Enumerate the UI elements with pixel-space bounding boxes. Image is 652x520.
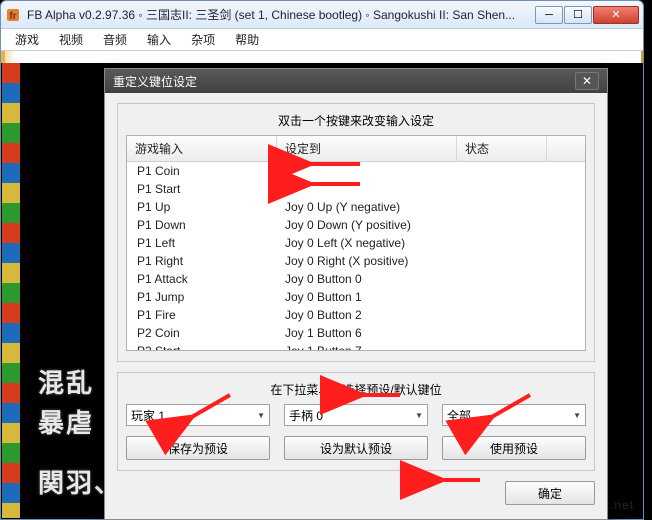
cell-input: P1 Attack (127, 270, 277, 288)
save-preset-button[interactable]: 保存为预设 (126, 436, 270, 460)
maximize-button[interactable]: ☐ (564, 6, 592, 24)
table-row[interactable]: P1 JumpJoy 0 Button 1 (127, 288, 585, 306)
cell-status (457, 180, 547, 198)
cell-status (457, 234, 547, 252)
cell-input: P2 Start (127, 342, 277, 351)
bindings-group: 双击一个按键来改变输入设定 游戏输入 设定到 状态 P1 Coin5P1 Sta… (117, 103, 595, 362)
table-row[interactable]: P1 Coin5 (127, 162, 585, 180)
close-button[interactable]: ✕ (593, 6, 639, 24)
cell-status (457, 216, 547, 234)
dialog-title: 重定义键位设定 (113, 73, 197, 90)
cell-input: P1 Right (127, 252, 277, 270)
cell-input: P1 Jump (127, 288, 277, 306)
ok-button[interactable]: 确定 (505, 481, 595, 505)
cell-setto: 5 (277, 162, 457, 180)
menu-game[interactable]: 游戏 (7, 29, 47, 50)
menu-input[interactable]: 输入 (139, 29, 179, 50)
cell-input: P2 Coin (127, 324, 277, 342)
menu-misc[interactable]: 杂项 (183, 29, 223, 50)
window-controls: ─ ☐ ✕ (535, 6, 639, 24)
preset-group-title: 在下拉菜单中选择预设/默认键位 (126, 381, 586, 398)
table-row[interactable]: P2 CoinJoy 1 Button 6 (127, 324, 585, 342)
bindings-group-title: 双击一个按键来改变输入设定 (126, 112, 586, 129)
menu-audio[interactable]: 音频 (95, 29, 135, 50)
cell-status (457, 324, 547, 342)
cell-status (457, 162, 547, 180)
device-select[interactable]: 手柄 0 (284, 404, 428, 426)
table-row[interactable]: P1 UpJoy 0 Up (Y negative) (127, 198, 585, 216)
bg-text-1: 混乱 (38, 363, 94, 400)
cell-setto: Joy 0 Up (Y negative) (277, 198, 457, 216)
app-title: FB Alpha v0.2.97.36 ◦ 三国志II: 三圣剑 (set 1,… (27, 6, 535, 23)
cell-status (457, 252, 547, 270)
menubar: 游戏 视频 音频 输入 杂项 帮助 (1, 29, 643, 51)
table-row[interactable]: P1 Start1 (127, 180, 585, 198)
toolbar-strip (1, 51, 643, 63)
app-icon: fr (5, 7, 21, 23)
set-default-button[interactable]: 设为默认预设 (284, 436, 428, 460)
cell-input: P1 Left (127, 234, 277, 252)
cell-input: P1 Start (127, 180, 277, 198)
scope-select[interactable]: 全部 (442, 404, 586, 426)
dialog-close-button[interactable]: ✕ (575, 72, 599, 90)
player-select[interactable]: 玩家 1 (126, 404, 270, 426)
cell-setto: Joy 0 Down (Y positive) (277, 216, 457, 234)
cell-status (457, 198, 547, 216)
cell-status (457, 288, 547, 306)
menu-video[interactable]: 视频 (51, 29, 91, 50)
game-art-strip (2, 63, 20, 518)
use-preset-button[interactable]: 使用预设 (442, 436, 586, 460)
bindings-list[interactable]: 游戏输入 设定到 状态 P1 Coin5P1 Start1P1 UpJoy 0 … (126, 135, 586, 351)
table-row[interactable]: P1 DownJoy 0 Down (Y positive) (127, 216, 585, 234)
cell-input: P1 Up (127, 198, 277, 216)
cell-status (457, 306, 547, 324)
app-titlebar[interactable]: fr FB Alpha v0.2.97.36 ◦ 三国志II: 三圣剑 (set… (1, 1, 643, 29)
col-input[interactable]: 游戏输入 (127, 136, 277, 161)
key-config-dialog: 重定义键位设定 ✕ 双击一个按键来改变输入设定 游戏输入 设定到 状态 P1 C… (104, 68, 608, 520)
cell-setto: Joy 0 Button 0 (277, 270, 457, 288)
cell-setto: Joy 1 Button 7 (277, 342, 457, 351)
cell-setto: Joy 1 Button 6 (277, 324, 457, 342)
table-row[interactable]: P1 LeftJoy 0 Left (X negative) (127, 234, 585, 252)
col-setto[interactable]: 设定到 (277, 136, 457, 161)
table-row[interactable]: P1 FireJoy 0 Button 2 (127, 306, 585, 324)
cell-input: P1 Fire (127, 306, 277, 324)
preset-group: 在下拉菜单中选择预设/默认键位 玩家 1 手柄 0 全部 保存为预设 设为默认预… (117, 372, 595, 471)
cell-setto: Joy 0 Left (X negative) (277, 234, 457, 252)
cell-input: P1 Coin (127, 162, 277, 180)
table-row[interactable]: P2 StartJoy 1 Button 7 (127, 342, 585, 351)
dialog-titlebar[interactable]: 重定义键位设定 ✕ (105, 69, 607, 93)
cell-setto: 1 (277, 180, 457, 198)
col-status[interactable]: 状态 (457, 136, 547, 161)
cell-status (457, 270, 547, 288)
svg-text:fr: fr (9, 11, 16, 22)
bg-text-2: 暴虐 (38, 403, 94, 440)
list-header: 游戏输入 设定到 状态 (127, 136, 585, 162)
table-row[interactable]: P1 AttackJoy 0 Button 0 (127, 270, 585, 288)
cell-setto: Joy 0 Button 1 (277, 288, 457, 306)
cell-input: P1 Down (127, 216, 277, 234)
menu-help[interactable]: 帮助 (227, 29, 267, 50)
table-row[interactable]: P1 RightJoy 0 Right (X positive) (127, 252, 585, 270)
minimize-button[interactable]: ─ (535, 6, 563, 24)
cell-status (457, 342, 547, 351)
cell-setto: Joy 0 Button 2 (277, 306, 457, 324)
cell-setto: Joy 0 Right (X positive) (277, 252, 457, 270)
